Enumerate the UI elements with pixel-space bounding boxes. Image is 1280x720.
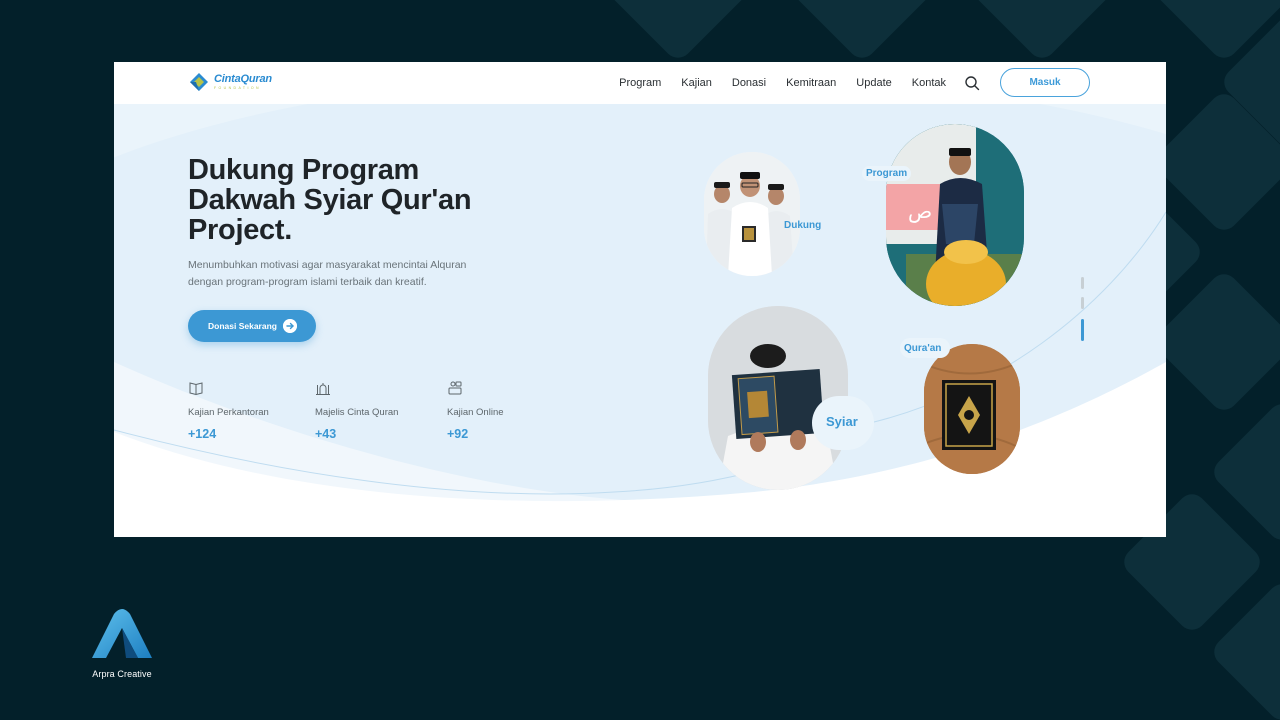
nav-item-program[interactable]: Program: [619, 77, 661, 89]
nav-menu: Program Kajian Donasi Kemitraan Update K…: [599, 62, 946, 104]
bg-tile: [1150, 268, 1280, 416]
label-syiar: Syiar: [826, 414, 858, 429]
logo-name: CintaQuran: [214, 72, 272, 85]
hero-title-line: Dukung Program: [188, 154, 420, 186]
hero-description: Menumbuhkan motivasi agar masyarakat men…: [188, 257, 508, 291]
stat-value: +43: [315, 427, 337, 441]
scroll-indicator-dot[interactable]: [1081, 297, 1084, 309]
logo-subtitle: FOUNDATION: [214, 85, 261, 90]
stat-value: +124: [188, 427, 217, 441]
hero-background: [114, 72, 1166, 537]
hero-description-line: Menumbuhkan motivasi agar masyarakat men…: [188, 259, 467, 271]
stat-label: Majelis Cinta Quran: [315, 407, 399, 418]
search-icon[interactable]: [964, 75, 980, 91]
donate-now-button[interactable]: Donasi Sekarang: [188, 310, 316, 342]
hero-title: Dukung Program Dakwah Syiar Qur'an Proje…: [188, 155, 528, 245]
stat-kajian-online: Kajian Online +92: [447, 380, 504, 441]
scroll-indicator-dot[interactable]: [1081, 277, 1084, 289]
label-quran: Qura'an: [904, 343, 942, 354]
nav-item-kemitraan[interactable]: Kemitraan: [786, 77, 836, 89]
website-frame: CintaQuran FOUNDATION Program Kajian Don…: [114, 62, 1166, 537]
photo-quran: [924, 344, 1020, 474]
brand-name: Arpra Creative: [92, 669, 152, 679]
label-program: Program: [862, 166, 912, 181]
stat-kajian-perkantoran: Kajian Perkantoran +124: [188, 380, 269, 441]
navbar: CintaQuran FOUNDATION Program Kajian Don…: [114, 62, 1166, 104]
logo[interactable]: CintaQuran FOUNDATION: [188, 69, 272, 95]
hero-title-line: Dakwah Syiar Qur'an: [188, 184, 472, 216]
logo-icon: [190, 73, 208, 91]
book-icon: [189, 382, 203, 396]
stat-label: Kajian Perkantoran: [188, 407, 269, 418]
donate-now-label: Donasi Sekarang: [208, 321, 277, 331]
bg-tile: [788, 0, 936, 64]
nav-item-update[interactable]: Update: [856, 77, 891, 89]
stat-majelis-cinta-quran: Majelis Cinta Quran +43: [315, 380, 398, 441]
bg-tile: [968, 0, 1116, 64]
stat-value: +92: [447, 427, 469, 441]
hero-description-line: dengan program-program islami terbaik da…: [188, 276, 427, 288]
hero-title-line: Project.: [188, 214, 292, 246]
photo-students: [704, 152, 800, 276]
brand-watermark: Arpra Creative: [86, 608, 158, 679]
quran-illustration: [924, 344, 1020, 474]
photo-speaker: ص: [886, 124, 1024, 306]
online-icon: [448, 381, 462, 395]
bg-tile: [604, 0, 752, 64]
scroll-indicator-active[interactable]: [1081, 319, 1084, 341]
nav-item-kontak[interactable]: Kontak: [912, 77, 946, 89]
svg-text:ص: ص: [908, 199, 932, 223]
label-dukung: Dukung: [784, 220, 822, 231]
login-button[interactable]: Masuk: [1000, 68, 1090, 97]
arrow-right-icon: [283, 319, 297, 333]
nav-item-kajian[interactable]: Kajian: [681, 77, 712, 89]
speaker-illustration: ص: [886, 124, 1024, 306]
arpra-logo-icon: [92, 609, 152, 658]
nav-item-donasi[interactable]: Donasi: [732, 77, 766, 89]
stat-label: Kajian Online: [447, 407, 504, 418]
students-illustration: [704, 152, 800, 276]
mosque-icon: [316, 383, 330, 395]
